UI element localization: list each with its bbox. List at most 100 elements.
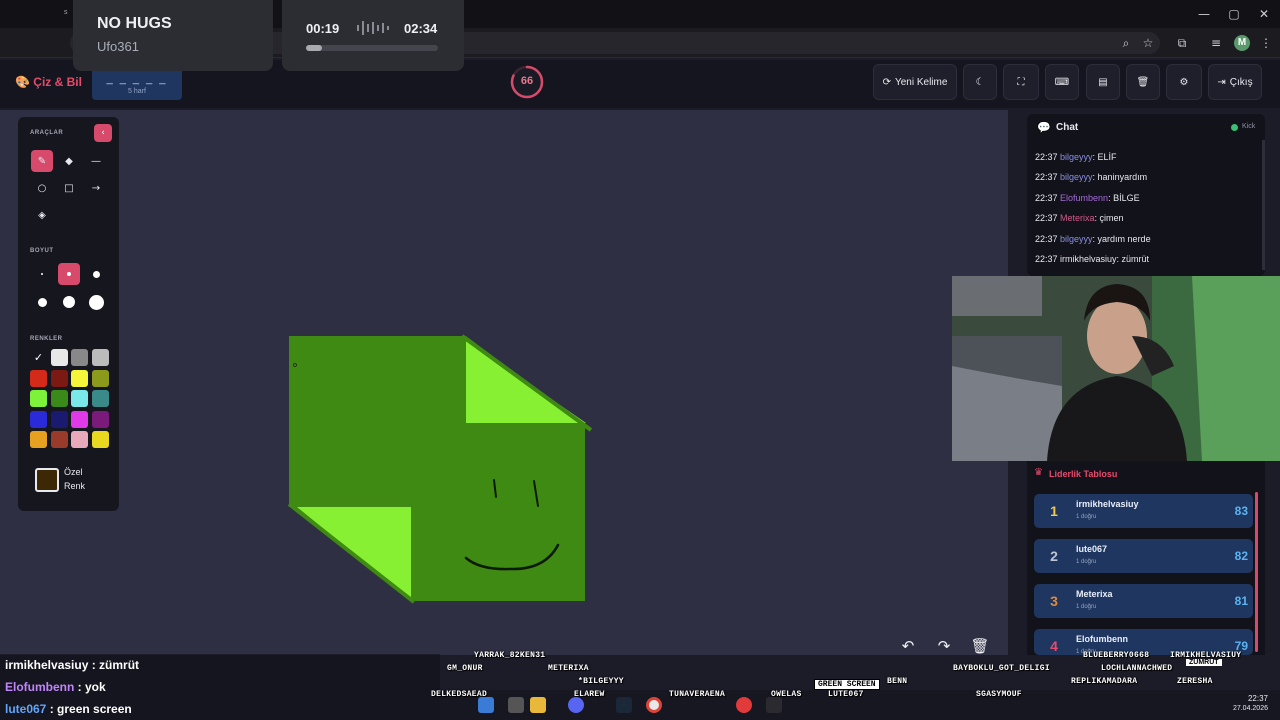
viewer-name-tag: METERIXA xyxy=(548,664,589,673)
size-2-button[interactable] xyxy=(58,263,80,285)
rectangle-tool[interactable]: □ xyxy=(58,177,80,199)
color-palette: ✓ xyxy=(30,349,110,449)
color-swatch[interactable] xyxy=(91,369,109,387)
drawing-canvas[interactable] xyxy=(0,110,1008,655)
profile-avatar[interactable]: M xyxy=(1234,35,1250,51)
color-swatch[interactable] xyxy=(91,410,109,428)
green-screen-tag: GREEN SCREEN xyxy=(814,679,880,690)
circle-tool[interactable]: ○ xyxy=(31,177,53,199)
record-app-icon[interactable] xyxy=(736,697,752,713)
color-swatch[interactable] xyxy=(91,431,109,448)
theme-toggle-button[interactable]: ☾ xyxy=(963,64,997,100)
line-tool[interactable]: — xyxy=(85,150,107,172)
drawing-strokes xyxy=(287,334,593,604)
fullscreen-button[interactable]: ⛶ xyxy=(1003,64,1039,100)
chat-message-user[interactable]: Elofumbenn xyxy=(1060,193,1108,203)
media-control-icon[interactable]: ≡ xyxy=(1208,35,1224,51)
minimize-icon[interactable]: — xyxy=(1196,6,1212,22)
keyboard-button[interactable]: ⌨ xyxy=(1045,64,1079,100)
custom-color-label[interactable]: Özel Renk xyxy=(64,465,85,493)
color-swatch[interactable] xyxy=(71,390,88,407)
color-swatch[interactable] xyxy=(30,369,47,387)
fill-tool[interactable]: ◈ xyxy=(31,204,53,226)
color-swatch[interactable] xyxy=(71,431,88,448)
search-taskbar-icon[interactable] xyxy=(508,697,524,713)
browser-tab-title[interactable]: s xyxy=(64,9,68,16)
close-icon[interactable]: ✕ xyxy=(1256,6,1272,22)
chrome-icon[interactable] xyxy=(646,697,662,713)
chat-message-user[interactable]: bilgeyyy xyxy=(1060,152,1093,162)
color-swatch[interactable] xyxy=(50,369,68,387)
color-swatch[interactable] xyxy=(50,349,68,366)
color-swatch[interactable] xyxy=(50,410,68,428)
chat-message-user[interactable]: bilgeyyy xyxy=(1060,172,1093,182)
extensions-icon[interactable]: ⧉ xyxy=(1174,35,1190,51)
browser-menu-icon[interactable]: ⋮ xyxy=(1258,35,1274,51)
taskbar-date[interactable]: 27.04.2026 xyxy=(1228,705,1268,712)
discord-icon[interactable] xyxy=(568,697,584,713)
pencil-tool[interactable]: ✎ xyxy=(31,150,53,172)
color-swatch[interactable] xyxy=(30,390,47,407)
size-5-button[interactable] xyxy=(58,291,80,313)
color-swatch[interactable] xyxy=(71,369,88,387)
windows-start-icon[interactable] xyxy=(478,697,494,713)
color-swatch[interactable] xyxy=(71,349,88,366)
size-3-button[interactable] xyxy=(85,263,107,285)
settings-button[interactable]: ⚙ xyxy=(1166,64,1202,100)
color-swatch[interactable] xyxy=(91,390,109,407)
redo-button[interactable]: ↷ xyxy=(932,634,956,658)
zoom-icon[interactable]: ⌕ xyxy=(1118,35,1134,51)
obs-icon[interactable] xyxy=(766,697,782,713)
clear-canvas-button[interactable]: 🗑 xyxy=(968,634,992,658)
archive-button[interactable]: ▤ xyxy=(1086,64,1120,100)
size-4-button[interactable] xyxy=(31,291,53,313)
eraser-icon: ◆ xyxy=(65,155,73,167)
viewer-name-tag: SGASYMOUF xyxy=(976,690,1022,699)
undo-button[interactable]: ↶ xyxy=(896,634,920,658)
color-swatch[interactable]: ✓ xyxy=(30,349,47,366)
leaderboard-rank: 4 xyxy=(1050,638,1058,654)
leaderboard-scrollbar[interactable] xyxy=(1255,492,1258,652)
chat-scrollbar[interactable] xyxy=(1262,140,1265,270)
viewer-name-tag: *BILGEYYY xyxy=(578,677,624,686)
square-icon: □ xyxy=(64,182,74,194)
size-6-button[interactable] xyxy=(85,291,107,313)
leaderboard-rank: 2 xyxy=(1050,548,1058,564)
total-time: 02:34 xyxy=(404,21,438,36)
stream-chat-text: : zümrüt xyxy=(88,658,140,672)
kick-status-dot xyxy=(1231,124,1238,131)
file-explorer-icon[interactable] xyxy=(530,697,546,713)
chat-message-user[interactable]: bilgeyyy xyxy=(1060,234,1093,244)
clear-button[interactable]: 🗑 xyxy=(1126,64,1160,100)
new-word-button[interactable]: ⟳ Yeni Kelime xyxy=(873,64,957,100)
color-swatch[interactable] xyxy=(50,390,68,407)
arrow-tool[interactable]: → xyxy=(85,177,107,199)
leaderboard-name: Meterixa xyxy=(1076,589,1113,599)
maximize-icon[interactable]: ▢ xyxy=(1226,6,1242,22)
stream-chat-user: irmikhelvasiuy xyxy=(5,658,89,672)
steam-icon[interactable] xyxy=(616,697,632,713)
color-swatch[interactable] xyxy=(30,431,47,448)
archive-icon: ▤ xyxy=(1098,76,1108,88)
colors-section-title: RENKLER xyxy=(30,336,63,342)
taskbar-clock[interactable]: 22:37 xyxy=(1238,694,1268,703)
color-swatch[interactable] xyxy=(91,349,109,366)
eraser-tool[interactable]: ◆ xyxy=(58,150,80,172)
keyboard-icon: ⌨ xyxy=(1054,76,1070,88)
collapse-panel-button[interactable]: ‹ xyxy=(94,124,112,142)
viewer-name-tag: DELKEDSAEAD xyxy=(431,690,488,699)
chat-message-user[interactable]: Meterixa xyxy=(1060,213,1095,223)
size-1-button[interactable] xyxy=(31,263,53,285)
color-swatch[interactable] xyxy=(50,431,68,448)
palette-icon: 🎨 xyxy=(15,75,30,89)
viewer-name-tag: REPLIKAMADARA xyxy=(1071,677,1138,686)
bookmark-star-icon[interactable]: ☆ xyxy=(1140,35,1156,51)
color-swatch[interactable] xyxy=(30,410,47,428)
chat-message-user[interactable]: irmikhelvasiuy xyxy=(1060,254,1117,264)
app-logo[interactable]: 🎨 Çiz & Bil xyxy=(15,75,82,89)
custom-color-swatch[interactable] xyxy=(35,468,59,492)
color-swatch[interactable] xyxy=(71,410,88,428)
checkmark-icon: ✓ xyxy=(33,351,44,364)
logout-button[interactable]: ⇥ Çıkış xyxy=(1208,64,1262,100)
viewer-name-tag: BAYBOKLU_GOT_DELIGI xyxy=(953,664,1050,673)
